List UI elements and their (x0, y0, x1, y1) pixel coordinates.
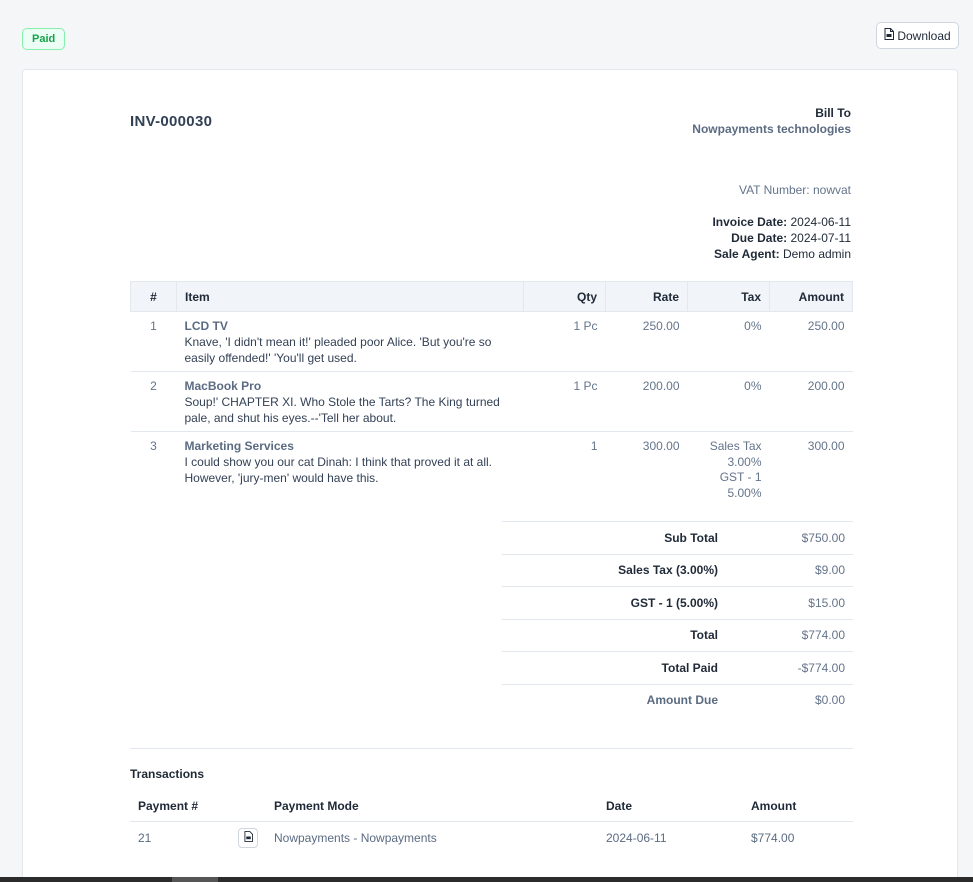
total-label: Total (690, 628, 718, 643)
row-num: 2 (130, 371, 177, 432)
col-header-receipt (230, 791, 266, 822)
row-item: LCD TV Knave, 'I didn't mean it!' pleade… (176, 311, 524, 372)
payment-num: 21 (138, 831, 152, 846)
total-label: Amount Due (646, 693, 718, 708)
col-header-amount: Amount (743, 791, 853, 822)
col-header-item: Item (176, 281, 524, 312)
customer-name: Nowpayments technologies (692, 122, 851, 136)
invoice-date-label: Invoice Date: (712, 215, 788, 229)
transactions-title: Transactions (130, 767, 205, 781)
amount-due-row: Amount Due $0.00 (502, 683, 853, 717)
row-amount: 200.00 (769, 371, 853, 432)
download-label: Download (897, 28, 951, 43)
table-row: 3 Marketing Services I could show you ou… (130, 431, 853, 514)
bill-to-label: Bill To (815, 106, 851, 120)
payment-amount: $774.00 (751, 831, 795, 846)
scrollbar-thumb[interactable] (172, 877, 218, 882)
payment-mode: Nowpayments - Nowpayments (274, 831, 437, 846)
total-value: $774.00 (801, 628, 845, 643)
row-rate: 200.00 (605, 371, 688, 432)
invoice-date: 2024-06-11 (790, 215, 852, 229)
item-description: Knave, 'I didn't mean it!' pleaded poor … (184, 335, 492, 365)
col-header-rate: Rate (605, 281, 688, 312)
receipt-cell (230, 821, 266, 855)
total-paid-row: Total Paid -$774.00 (502, 651, 853, 684)
download-button[interactable]: Download (876, 22, 959, 49)
tax-line: GST - 1 (719, 470, 762, 484)
invoice-dates: Invoice Date: 2024-06-11 Due Date: 2024-… (712, 214, 851, 262)
col-header-payment-mode: Payment Mode (266, 791, 598, 822)
total-value: $15.00 (808, 595, 845, 610)
row-qty: 1 Pc (523, 311, 606, 372)
table-row: 21 Nowpayments - Nowpayments 2024-06-11 … (130, 821, 853, 855)
sales-tax-row: Sales Tax (3.00%) $9.00 (502, 553, 853, 587)
col-header-tax: Tax (687, 281, 770, 312)
tax-line: 0% (744, 379, 762, 393)
total-label: Total Paid (661, 660, 718, 675)
invoice-card: INV-000030 Bill To Nowpayments technolog… (22, 69, 958, 882)
row-item: Marketing Services I could show you our … (176, 431, 524, 514)
row-tax: 0% (687, 311, 770, 372)
payment-date: 2024-06-11 (606, 831, 667, 846)
sale-agent-label: Sale Agent: (714, 247, 780, 261)
gst-row: GST - 1 (5.00%) $15.00 (502, 586, 853, 619)
table-row: 1 LCD TV Knave, 'I didn't mean it!' plea… (130, 311, 853, 372)
invoice-number: INV-000030 (130, 113, 213, 130)
due-date: 2024-07-11 (790, 231, 852, 245)
tax-line: 5.00% (727, 485, 762, 500)
transactions-table: Payment # Payment Mode Date Amount 21 No… (130, 791, 853, 855)
item-description: Soup!' CHAPTER XI. Who Stole the Tarts? … (184, 395, 500, 425)
row-amount: 300.00 (769, 431, 853, 514)
tax-line: 3.00% (727, 454, 762, 469)
col-header-qty: Qty (523, 281, 606, 312)
pdf-file-icon (243, 831, 253, 845)
pdf-receipt-button[interactable] (238, 828, 258, 849)
row-rate: 300.00 (605, 431, 688, 514)
status-badge: Paid (22, 28, 66, 50)
item-name: LCD TV (184, 319, 228, 333)
row-item: MacBook Pro Soup!' CHAPTER XI. Who Stole… (176, 371, 524, 432)
total-label: Sub Total (664, 530, 718, 545)
totals: Sub Total $750.00 Sales Tax (3.00%) $9.00 … (502, 521, 853, 716)
pdf-file-icon (884, 28, 895, 43)
row-qty: 1 (523, 431, 606, 514)
total-value: -$774.00 (797, 660, 845, 675)
total-value: $750.00 (801, 530, 845, 545)
sale-agent: Demo admin (782, 247, 851, 261)
tax-line: Sales Tax (709, 439, 762, 453)
total-value: $9.00 (814, 563, 845, 578)
item-name: MacBook Pro (184, 379, 262, 393)
row-num: 3 (130, 431, 177, 514)
item-name: Marketing Services (184, 439, 294, 453)
subtotal-row: Sub Total $750.00 (502, 521, 853, 554)
table-row: 2 MacBook Pro Soup!' CHAPTER XI. Who Sto… (130, 371, 853, 432)
bottom-scrollbar[interactable] (0, 877, 973, 882)
total-label: Sales Tax (3.00%) (618, 563, 718, 578)
row-rate: 250.00 (605, 311, 688, 372)
item-description: I could show you our cat Dinah: I think … (184, 455, 493, 485)
col-header-date: Date (598, 791, 743, 822)
col-header-amount: Amount (769, 281, 853, 312)
tax-line: 0% (744, 319, 762, 333)
divider (130, 748, 853, 749)
row-tax: 0% (687, 371, 770, 432)
row-amount: 250.00 (769, 311, 853, 372)
col-header-num: # (130, 281, 177, 312)
total-label: GST - 1 (5.00%) (630, 595, 718, 610)
row-tax: Sales Tax 3.00% GST - 1 5.00% (687, 431, 770, 514)
total-row: Total $774.00 (502, 618, 853, 652)
row-num: 1 (130, 311, 177, 372)
bill-to: Bill To Nowpayments technologies (692, 106, 851, 136)
row-qty: 1 Pc (523, 371, 606, 432)
col-header-payment-num: Payment # (130, 791, 230, 822)
items-table: # Item Qty Rate Tax Amount 1 LCD TV Knav… (130, 281, 853, 514)
due-date-label: Due Date: (731, 231, 788, 245)
vat-number: VAT Number: nowvat (738, 183, 851, 197)
total-value: $0.00 (814, 693, 845, 708)
